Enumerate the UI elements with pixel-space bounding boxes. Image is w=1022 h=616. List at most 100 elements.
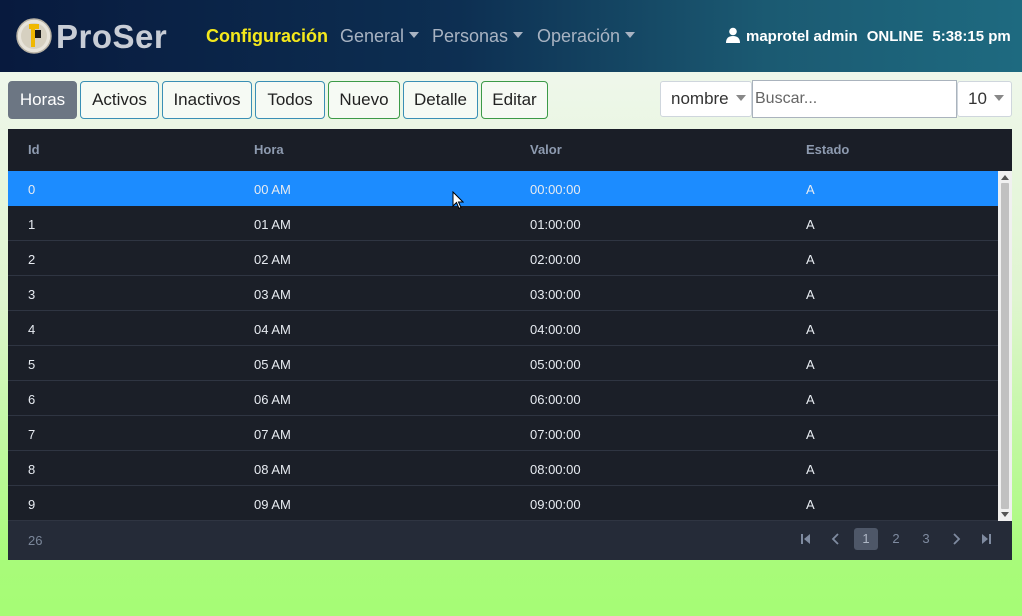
first-page-icon xyxy=(801,534,810,544)
cell-id: 4 xyxy=(28,322,36,337)
cell-id: 1 xyxy=(28,217,36,232)
cell-valor: 06:00:00 xyxy=(530,392,581,407)
table-header: Id Hora Valor Estado xyxy=(8,129,1012,171)
scrollbar-thumb[interactable] xyxy=(1001,183,1009,509)
table-body: 0 00 AM 00:00:00 A 1 01 AM 01:00:00 A 2 02 AM 02:0… xyxy=(8,171,998,521)
cell-id: 9 xyxy=(28,497,36,512)
user-area: maprotel admin ONLINE 5:38:15 pm xyxy=(726,27,1011,46)
page-size-select[interactable]: 10 xyxy=(957,81,1012,117)
scroll-down-icon[interactable] xyxy=(1001,512,1009,517)
page-1-button[interactable]: 1 xyxy=(854,528,878,550)
cell-hora: 08 AM xyxy=(254,462,291,477)
user-icon xyxy=(726,27,740,43)
cell-hora: 07 AM xyxy=(254,427,291,442)
cell-valor: 03:00:00 xyxy=(530,287,581,302)
cell-valor: 09:00:00 xyxy=(530,497,581,512)
total-count: 26 xyxy=(28,533,43,548)
proser-logo-icon[interactable] xyxy=(16,16,52,56)
nav-operacion-label: Operación xyxy=(537,26,621,46)
nav-configuracion[interactable]: Configuración xyxy=(206,25,328,47)
nav-general[interactable]: General xyxy=(340,25,420,47)
nav-general-label: General xyxy=(340,26,405,46)
cell-hora: 02 AM xyxy=(254,252,291,267)
cell-estado: A xyxy=(806,427,815,442)
cell-valor: 01:00:00 xyxy=(530,217,581,232)
nav-operacion[interactable]: Operación xyxy=(537,25,636,47)
prev-page-button[interactable] xyxy=(824,528,848,550)
column-header-estado[interactable]: Estado xyxy=(806,142,849,157)
cell-valor: 07:00:00 xyxy=(530,427,581,442)
table-footer: 26 1 2 3 xyxy=(8,521,1012,560)
brand-name[interactable]: ProSer xyxy=(56,18,167,56)
cell-estado: A xyxy=(806,322,815,337)
page-2-button[interactable]: 2 xyxy=(884,528,908,550)
chevron-down-icon xyxy=(409,32,420,39)
cell-estado: A xyxy=(806,287,815,302)
cell-hora: 09 AM xyxy=(254,497,291,512)
table-row[interactable]: 9 09 AM 09:00:00 A xyxy=(8,486,998,521)
last-page-icon xyxy=(982,534,991,544)
cell-estado: A xyxy=(806,497,815,512)
table-row[interactable]: 7 07 AM 07:00:00 A xyxy=(8,416,998,451)
table-row[interactable]: 5 05 AM 05:00:00 A xyxy=(8,346,998,381)
cell-hora: 04 AM xyxy=(254,322,291,337)
next-page-button[interactable] xyxy=(944,528,968,550)
detalle-button[interactable]: Detalle xyxy=(403,81,478,119)
activos-button[interactable]: Activos xyxy=(80,81,159,119)
navbar: ProSer Configuración General Personas Op… xyxy=(0,0,1022,72)
clock-time: 5:38:15 pm xyxy=(932,28,1011,45)
cell-valor: 02:00:00 xyxy=(530,252,581,267)
page-3-button[interactable]: 3 xyxy=(914,528,938,550)
horas-button[interactable]: Horas xyxy=(8,81,77,119)
cell-id: 6 xyxy=(28,392,36,407)
cell-hora: 06 AM xyxy=(254,392,291,407)
last-page-button[interactable] xyxy=(974,528,998,550)
cell-estado: A xyxy=(806,217,815,232)
chevron-down-icon xyxy=(993,94,1004,101)
cell-hora: 01 AM xyxy=(254,217,291,232)
cell-estado: A xyxy=(806,462,815,477)
filter-field-select[interactable]: nombre xyxy=(660,81,752,117)
todos-button[interactable]: Todos xyxy=(255,81,325,119)
cell-valor: 08:00:00 xyxy=(530,462,581,477)
search-input[interactable] xyxy=(752,80,957,118)
table-row[interactable]: 3 03 AM 03:00:00 A xyxy=(8,276,998,311)
filter-field-value: nombre xyxy=(671,89,729,108)
page-size-value: 10 xyxy=(968,89,987,108)
table-row[interactable]: 1 01 AM 01:00:00 A xyxy=(8,206,998,241)
table-row[interactable]: 8 08 AM 08:00:00 A xyxy=(8,451,998,486)
cell-estado: A xyxy=(806,357,815,372)
table-row[interactable]: 2 02 AM 02:00:00 A xyxy=(8,241,998,276)
column-header-id[interactable]: Id xyxy=(28,142,40,157)
inactivos-button[interactable]: Inactivos xyxy=(162,81,252,119)
cell-valor: 04:00:00 xyxy=(530,322,581,337)
chevron-left-icon xyxy=(831,533,839,545)
first-page-button[interactable] xyxy=(794,528,818,550)
table-row[interactable]: 4 04 AM 04:00:00 A xyxy=(8,311,998,346)
cell-estado: A xyxy=(806,182,815,197)
vertical-scrollbar[interactable] xyxy=(998,171,1012,521)
nuevo-button[interactable]: Nuevo xyxy=(328,81,400,119)
chevron-right-icon xyxy=(953,533,961,545)
cell-id: 7 xyxy=(28,427,36,442)
nav-personas[interactable]: Personas xyxy=(432,25,524,47)
table-row[interactable]: 6 06 AM 06:00:00 A xyxy=(8,381,998,416)
cell-valor: 00:00:00 xyxy=(530,182,581,197)
cell-hora: 03 AM xyxy=(254,287,291,302)
user-name[interactable]: maprotel admin xyxy=(746,28,858,45)
editar-button[interactable]: Editar xyxy=(481,81,548,119)
scroll-up-icon[interactable] xyxy=(1001,175,1009,180)
cell-id: 5 xyxy=(28,357,36,372)
table-row[interactable]: 0 00 AM 00:00:00 A xyxy=(8,171,998,206)
chevron-down-icon xyxy=(513,32,524,39)
chevron-down-icon xyxy=(625,32,636,39)
cell-valor: 05:00:00 xyxy=(530,357,581,372)
cell-estado: A xyxy=(806,252,815,267)
cell-id: 8 xyxy=(28,462,36,477)
column-header-valor[interactable]: Valor xyxy=(530,142,562,157)
cell-id: 3 xyxy=(28,287,36,302)
data-table: Id Hora Valor Estado 0 00 AM 00:00:00 A 1 01 … xyxy=(8,129,1012,560)
cell-id: 2 xyxy=(28,252,36,267)
column-header-hora[interactable]: Hora xyxy=(254,142,284,157)
online-status: ONLINE xyxy=(866,28,924,45)
